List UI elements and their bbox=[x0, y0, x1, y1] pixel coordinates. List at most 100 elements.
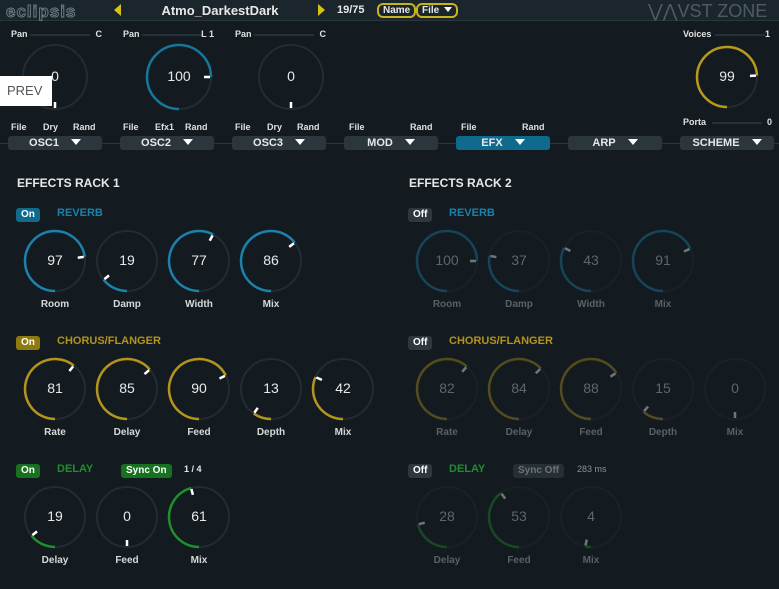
chevron-down-icon bbox=[70, 139, 81, 145]
knob-label: Rate bbox=[436, 427, 458, 438]
voices-slider[interactable] bbox=[715, 34, 765, 36]
tab-arp[interactable]: ARP bbox=[568, 136, 662, 150]
tab-scheme[interactable]: SCHEME bbox=[680, 136, 774, 150]
delay-toggle[interactable]: On bbox=[16, 464, 40, 478]
knob-value: 19 bbox=[119, 252, 135, 268]
next-preset-arrow-icon[interactable] bbox=[318, 4, 325, 16]
tab-label: EFX bbox=[481, 137, 503, 149]
knob-value: 28 bbox=[439, 508, 455, 524]
knob-label: Mix bbox=[190, 555, 208, 566]
prev-preset-arrow-icon[interactable] bbox=[114, 4, 121, 16]
knob-value: 88 bbox=[583, 380, 599, 396]
reverb-toggle[interactable]: Off bbox=[408, 208, 433, 222]
tab-label: OSC1 bbox=[29, 137, 59, 149]
osc-link-efx1[interactable]: Efx1 bbox=[155, 122, 174, 132]
tab-link-rand[interactable]: Rand bbox=[522, 122, 545, 132]
knob-value: 37 bbox=[511, 252, 527, 268]
knob-value: 53 bbox=[511, 508, 527, 524]
knob-label: Feed bbox=[187, 427, 211, 438]
knob-value: 42 bbox=[335, 380, 351, 396]
knob-label: Width bbox=[577, 299, 605, 310]
knob-label: Depth bbox=[256, 427, 286, 438]
knob-value: 4 bbox=[587, 508, 595, 524]
knob-marker bbox=[68, 365, 75, 372]
prev-button[interactable]: PREV bbox=[0, 76, 52, 106]
sync-toggle[interactable]: Sync On bbox=[121, 464, 172, 478]
pan-label: Pan bbox=[235, 29, 252, 39]
knob-label: Mix bbox=[582, 555, 600, 566]
knob-value: 13 bbox=[263, 380, 279, 396]
delay-toggle[interactable]: Off bbox=[408, 464, 433, 478]
reverb-toggle[interactable]: On bbox=[16, 208, 40, 222]
knob-label: Delay bbox=[433, 555, 461, 566]
osc-link-rand[interactable]: Rand bbox=[185, 122, 208, 132]
preset-name[interactable]: Atmo_DarkestDark bbox=[130, 3, 310, 18]
knob-marker bbox=[31, 530, 38, 537]
rack-title: EFFECTS RACK 1 bbox=[17, 176, 120, 190]
knob-marker bbox=[143, 369, 150, 376]
voices-label: Voices bbox=[683, 29, 712, 39]
tab-osc2[interactable]: OSC2 bbox=[120, 136, 214, 150]
knob-value: 43 bbox=[583, 252, 599, 268]
delay-title: DELAY bbox=[449, 463, 486, 475]
preset-count: 19/75 bbox=[337, 4, 365, 16]
delay-title: DELAY bbox=[57, 463, 94, 475]
knob-label: Room bbox=[432, 299, 462, 310]
reverb-title: REVERB bbox=[449, 207, 495, 219]
rack-title: EFFECTS RACK 2 bbox=[409, 176, 512, 190]
tab-link-file[interactable]: File bbox=[461, 122, 477, 132]
chorus-toggle[interactable]: On bbox=[16, 336, 40, 350]
tab-efx[interactable]: EFX bbox=[456, 136, 550, 150]
osc-link-dry[interactable]: Dry bbox=[43, 122, 58, 132]
knob-marker bbox=[609, 372, 617, 378]
pan-value: C bbox=[95, 29, 103, 39]
tab-label: SCHEME bbox=[692, 137, 740, 149]
knob-label: Damp bbox=[505, 299, 533, 310]
chevron-down-icon bbox=[404, 139, 415, 145]
chorus-toggle[interactable]: Off bbox=[408, 336, 433, 350]
chorus-title: CHORUS/FLANGER bbox=[57, 335, 161, 347]
knob-marker bbox=[461, 366, 468, 373]
osc-link-rand[interactable]: Rand bbox=[297, 122, 320, 132]
osc-link-dry[interactable]: Dry bbox=[267, 122, 282, 132]
tab-label: MOD bbox=[367, 137, 393, 149]
chevron-down-icon bbox=[444, 7, 453, 12]
knob-value: 100 bbox=[167, 68, 191, 84]
knob-marker bbox=[218, 374, 226, 380]
knob-value: 0 bbox=[287, 68, 295, 84]
knob-value-arc bbox=[253, 412, 272, 421]
knob-value: 15 bbox=[655, 380, 671, 396]
knob-label: Depth bbox=[648, 427, 678, 438]
osc-link-file[interactable]: File bbox=[235, 122, 251, 132]
knob-marker bbox=[253, 407, 259, 414]
tab-osc3[interactable]: OSC3 bbox=[232, 136, 326, 150]
tab-link-rand[interactable]: Rand bbox=[410, 122, 433, 132]
eclipsis-logo: eclipsis bbox=[5, 2, 77, 22]
tab-osc1[interactable]: OSC1 bbox=[8, 136, 102, 150]
osc-link-file[interactable]: File bbox=[123, 122, 139, 132]
knob-label: Feed bbox=[115, 555, 139, 566]
sync-toggle[interactable]: Sync Off bbox=[513, 464, 565, 478]
osc-link-file[interactable]: File bbox=[11, 122, 27, 132]
knob-marker bbox=[584, 539, 588, 546]
knob-marker bbox=[643, 405, 650, 412]
knob-label: Rate bbox=[44, 427, 66, 438]
knob-label: Delay bbox=[113, 427, 141, 438]
delay-time: 283 ms bbox=[577, 464, 607, 474]
file-menu-button[interactable]: File bbox=[416, 3, 459, 18]
tab-label: OSC3 bbox=[253, 137, 283, 149]
chevron-down-icon bbox=[514, 139, 525, 145]
tab-mod[interactable]: MOD bbox=[344, 136, 438, 150]
knob-marker bbox=[103, 274, 110, 281]
tab-label: ARP bbox=[592, 137, 616, 149]
pan-label: Pan bbox=[123, 29, 140, 39]
chevron-down-icon bbox=[751, 139, 762, 145]
knob-marker bbox=[564, 247, 571, 253]
knob-label: Mix bbox=[654, 299, 672, 310]
chevron-down-icon bbox=[627, 139, 638, 145]
tab-link-file[interactable]: File bbox=[349, 122, 365, 132]
knob-value-arc bbox=[585, 545, 592, 549]
name-button[interactable]: Name bbox=[377, 3, 417, 18]
porta-slider[interactable] bbox=[712, 122, 762, 124]
osc-link-rand[interactable]: Rand bbox=[73, 122, 96, 132]
